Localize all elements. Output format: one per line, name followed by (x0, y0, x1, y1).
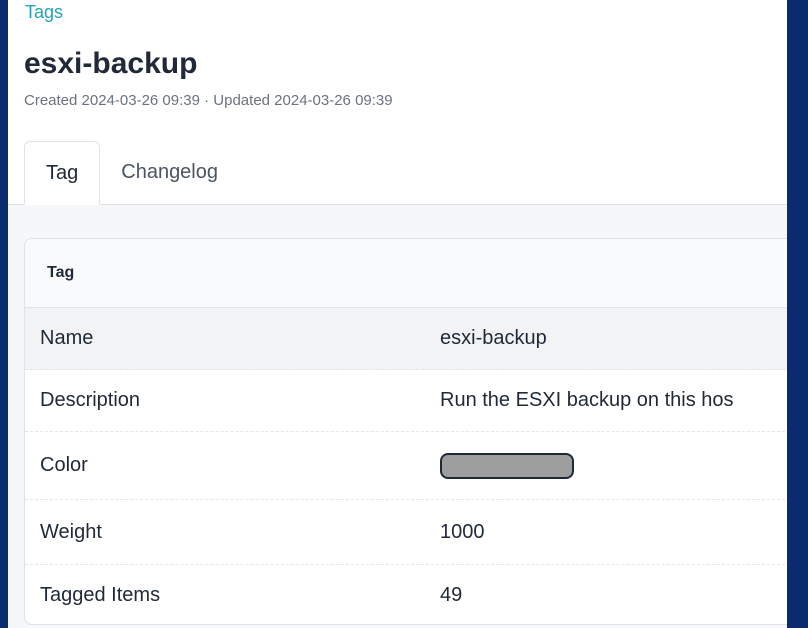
table-row-name: Name esxi-backup (25, 308, 787, 370)
row-label: Tagged Items (40, 583, 161, 606)
page-title: esxi-backup (24, 47, 198, 80)
row-value: 1000 (440, 520, 485, 543)
row-label: Name (40, 327, 94, 349)
row-value: Run the ESXI backup on this hos (440, 389, 734, 411)
table-row-description: Description Run the ESXI backup on this … (25, 370, 787, 432)
table-row-tagged-items: Tagged Items 49 (25, 565, 787, 624)
created-updated-meta: Created 2024-03-26 09:39 · Updated 2024-… (24, 92, 393, 109)
tab-bar: Tag Changelog (24, 141, 239, 205)
page-header: Tags esxi-backup Created 2024-03-26 09:3… (8, 0, 787, 205)
color-swatch (440, 452, 574, 479)
tab-changelog[interactable]: Changelog (100, 141, 239, 203)
tag-card: Tag Name esxi-backup Description Run the… (24, 238, 787, 625)
tab-tag[interactable]: Tag (24, 141, 101, 205)
breadcrumb-tags-link[interactable]: Tags (25, 0, 63, 24)
tag-detail-page: Tags esxi-backup Created 2024-03-26 09:3… (8, 0, 787, 628)
table-row-weight: Weight 1000 (25, 500, 787, 565)
row-label: Weight (40, 520, 102, 543)
table-row-color: Color (25, 432, 787, 500)
row-value[interactable]: 49 (440, 584, 787, 607)
row-value (440, 452, 787, 479)
row-label: Color (40, 454, 88, 476)
row-label: Description (40, 389, 141, 411)
row-value: esxi-backup (440, 327, 547, 349)
card-heading: Tag (25, 239, 787, 308)
